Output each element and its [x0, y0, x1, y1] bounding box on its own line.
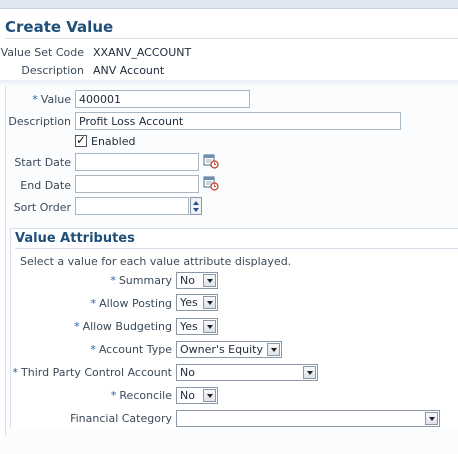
allow-budgeting-label: * Allow Budgeting	[74, 320, 172, 333]
header-description-label: Description	[21, 64, 84, 77]
chevron-down-icon[interactable]	[425, 412, 438, 425]
sort-order-label: Sort Order	[13, 201, 71, 214]
page-title: Create Value	[5, 18, 114, 36]
checkmark-icon: ✓	[76, 133, 87, 147]
spinner-icon[interactable]	[190, 197, 202, 215]
summary-label: * Summary	[110, 274, 172, 287]
reconcile-select[interactable]: No	[176, 387, 218, 404]
calendar-icon[interactable]	[203, 175, 219, 191]
account-type-label: * Account Type	[90, 343, 172, 356]
enabled-checkbox[interactable]: ✓	[75, 133, 87, 147]
chevron-down-icon[interactable]	[203, 296, 216, 309]
allow-posting-label: * Allow Posting	[90, 297, 172, 310]
header-description-value: ANV Account	[93, 64, 165, 77]
instruction-text: Select a value for each value attribute …	[20, 255, 292, 268]
start-date-label: Start Date	[14, 156, 71, 169]
allow-budgeting-select[interactable]: Yes	[176, 318, 218, 335]
stepper-down-icon[interactable]	[193, 208, 199, 212]
footer-band	[0, 436, 458, 454]
value-input[interactable]	[75, 90, 250, 108]
chevron-down-icon[interactable]	[203, 274, 216, 287]
value-set-code-value: XXANV_ACCOUNT	[93, 46, 192, 59]
allow-posting-select[interactable]: Yes	[176, 294, 218, 311]
description-label: Description	[8, 115, 71, 128]
sort-order-input[interactable]	[75, 197, 189, 215]
calendar-icon[interactable]	[203, 153, 219, 169]
section-title: Value Attributes	[15, 231, 135, 246]
summary-select[interactable]: No	[176, 272, 218, 289]
chevron-down-icon[interactable]	[303, 366, 316, 379]
top-bar	[0, 0, 458, 9]
value-label: * Value	[32, 93, 71, 106]
description-input[interactable]	[75, 112, 401, 130]
title-divider	[5, 38, 458, 39]
start-date-input[interactable]	[75, 153, 199, 171]
third-party-control-account-label: * Third Party Control Account	[12, 366, 172, 379]
financial-category-label: Financial Category	[70, 412, 172, 425]
chevron-down-icon[interactable]	[203, 320, 216, 333]
stepper-up-icon[interactable]	[193, 201, 199, 205]
financial-category-select[interactable]	[176, 410, 440, 427]
enabled-label: Enabled	[91, 135, 136, 148]
account-type-select[interactable]: Owner's Equity	[176, 341, 282, 358]
chevron-down-icon[interactable]	[267, 343, 280, 356]
required-marker: *	[32, 93, 38, 106]
reconcile-label: * Reconcile	[110, 389, 172, 402]
end-date-label: End Date	[20, 179, 71, 192]
value-set-code-label: Value Set Code	[0, 46, 84, 59]
chevron-down-icon[interactable]	[203, 389, 216, 402]
section-divider	[15, 248, 458, 249]
end-date-input[interactable]	[75, 175, 199, 193]
third-party-control-account-select[interactable]: No	[176, 364, 318, 381]
